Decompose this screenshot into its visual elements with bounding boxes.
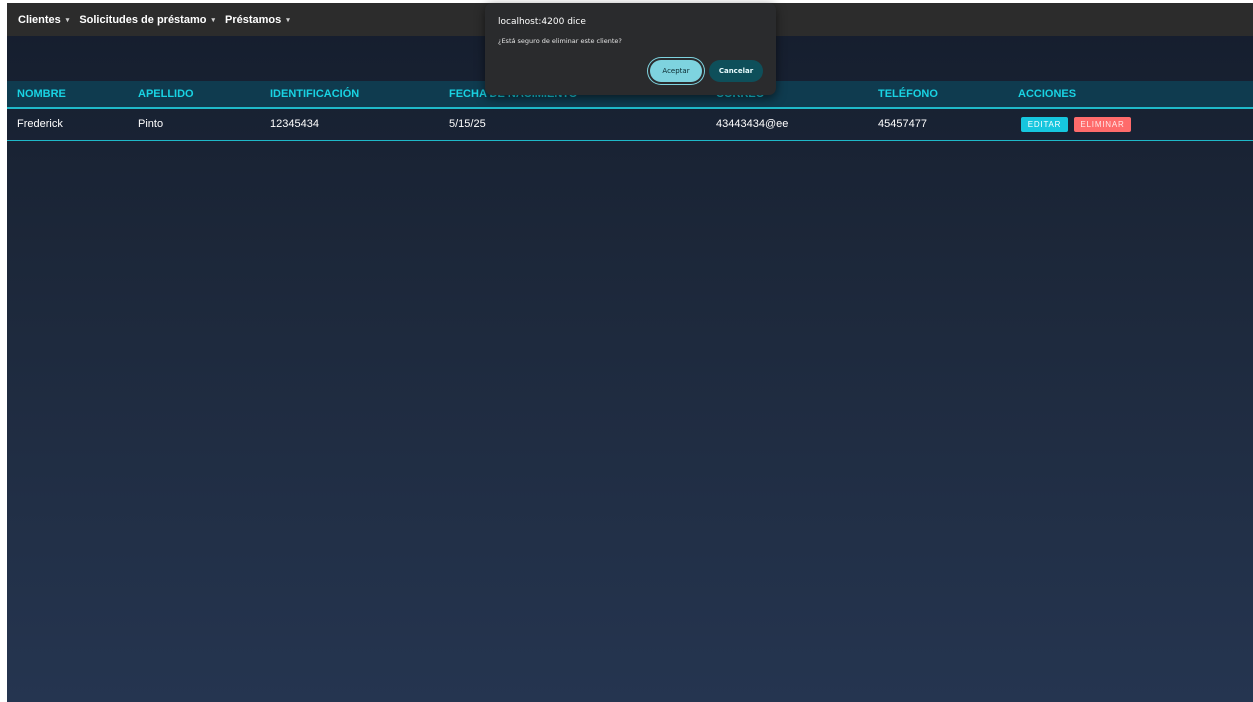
- header-apellido: APELLIDO: [138, 88, 194, 100]
- accept-button[interactable]: Aceptar: [650, 60, 702, 82]
- confirm-dialog: localhost:4200 dice ¿Está seguro de elim…: [485, 3, 776, 95]
- header-identificacion: IDENTIFICACIÓN: [270, 88, 360, 100]
- table-row: Frederick Pinto 12345434 5/15/25 4344343…: [7, 109, 1253, 141]
- caret-down-icon: ▾: [65, 16, 70, 24]
- dialog-message: ¿Está seguro de eliminar este cliente?: [498, 37, 622, 45]
- nav-clientes-label: Clientes: [18, 13, 61, 26]
- edit-button[interactable]: EDITAR: [1021, 117, 1068, 132]
- header-acciones: ACCIONES: [1018, 88, 1077, 100]
- caret-down-icon: ▾: [211, 16, 215, 24]
- dialog-title: localhost:4200 dice: [498, 17, 586, 27]
- nav-prestamos[interactable]: Préstamos ▾: [225, 14, 290, 26]
- app-viewport: Clientes ▾ Solicitudes de préstamo ▾ Pré…: [7, 3, 1253, 702]
- header-nombre: NOMBRE: [17, 88, 66, 100]
- nav-solicitudes-label: Solicitudes de préstamo: [79, 13, 207, 26]
- nav-clientes[interactable]: Clientes ▾: [18, 14, 69, 26]
- cell-apellido: Pinto: [138, 118, 164, 130]
- header-telefono: TELÉFONO: [878, 88, 938, 100]
- nav-prestamos-label: Préstamos: [224, 13, 282, 26]
- cell-fecha-nacimiento: 5/15/25: [449, 118, 486, 130]
- cell-correo: 43443434@ee: [716, 118, 789, 130]
- nav-solicitudes[interactable]: Solicitudes de préstamo ▾: [79, 14, 215, 26]
- delete-button[interactable]: ELIMINAR: [1074, 117, 1131, 132]
- cell-identificacion: 12345434: [270, 118, 319, 130]
- cell-telefono: 45457477: [878, 118, 927, 130]
- cell-nombre: Frederick: [17, 118, 63, 130]
- caret-down-icon: ▾: [286, 16, 290, 24]
- cancel-button[interactable]: Cancelar: [709, 60, 763, 82]
